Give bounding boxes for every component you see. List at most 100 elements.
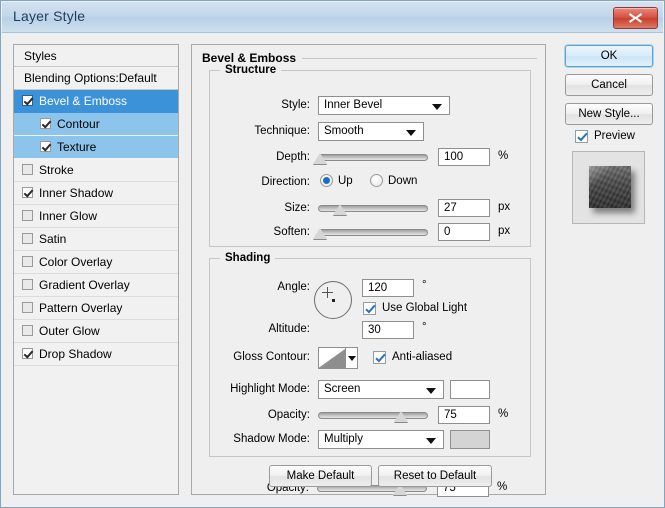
effect-row[interactable]: Texture [14,136,178,159]
ok-button[interactable]: OK [565,45,653,67]
cancel-button[interactable]: Cancel [565,74,653,96]
effect-row[interactable]: Gradient Overlay [14,274,178,297]
shadow-mode-label: Shadow Mode: [233,433,310,445]
use-global-light-checkbox[interactable] [363,302,376,315]
effect-label: Pattern Overlay [39,301,123,315]
effect-label: Color Overlay [39,255,113,269]
highlight-opacity-input[interactable]: 75 [438,406,490,424]
size-input[interactable]: 27 [438,199,490,217]
angle-input[interactable]: 120 [362,279,414,297]
panel-title-rule [302,58,537,59]
effects-list: Bevel & Emboss Contour Texture Stroke Inner … [14,90,178,366]
style-select[interactable]: Inner Bevel [318,96,450,115]
technique-label: Technique: [254,125,310,137]
effect-row[interactable]: Color Overlay [14,251,178,274]
use-global-light-label[interactable]: Use Global Light [382,302,467,314]
angle-center-dot [332,299,335,302]
effect-label: Stroke [39,163,74,177]
effect-label: Drop Shadow [39,347,112,361]
effect-label: Contour [57,117,100,131]
depth-unit: % [498,150,509,162]
soften-input[interactable]: 0 [438,223,490,241]
effect-checkbox[interactable] [40,141,51,152]
size-slider[interactable] [318,200,428,216]
direction-down-radio[interactable] [370,174,383,187]
depth-input[interactable]: 100 [438,148,490,166]
effect-checkbox[interactable] [22,256,33,267]
effect-checkbox[interactable] [22,348,33,359]
effect-label: Inner Glow [39,209,98,223]
depth-label: Depth: [276,151,310,163]
effect-checkbox[interactable] [22,187,33,198]
soften-slider[interactable] [313,224,428,240]
effect-checkbox[interactable] [22,279,33,290]
size-label: Size: [284,202,310,214]
direction-down-label[interactable]: Down [388,175,417,187]
effect-row[interactable]: Inner Glow [14,205,178,228]
anti-aliased-label[interactable]: Anti-aliased [392,351,452,363]
effect-row[interactable]: Contour [14,113,178,136]
highlight-mode-select[interactable]: Screen [318,380,444,399]
depth-value: 100 [444,151,464,163]
depth-slider[interactable] [313,149,428,165]
shading-group: Shading Angle: 120 ° Use Global Light Al… [209,252,531,457]
effect-row[interactable]: Stroke [14,159,178,182]
structure-legend: Structure [220,64,282,76]
bevel-emboss-panel: Bevel & Emboss Structure Style: Inner Be… [191,44,546,497]
blending-options-item[interactable]: Blending Options:Default [14,67,178,90]
preview-thumbnail [589,166,631,208]
effect-label: Bevel & Emboss [39,94,128,108]
highlight-mode-value: Screen [324,383,361,395]
effect-checkbox[interactable] [40,118,51,129]
size-unit: px [498,201,511,213]
effect-label: Satin [39,232,67,246]
close-button[interactable] [613,7,658,29]
technique-select-value: Smooth [324,125,364,137]
angle-unit: ° [422,279,427,291]
title-bar: Layer Style [2,2,663,33]
preview-label[interactable]: Preview [594,130,635,142]
effect-checkbox[interactable] [22,164,33,175]
angle-dial[interactable] [314,281,352,319]
altitude-input[interactable]: 30 [362,321,414,339]
angle-label: Angle: [277,281,310,293]
new-style-button[interactable]: New Style... [565,103,653,125]
technique-select[interactable]: Smooth [318,122,424,141]
effect-row[interactable]: Drop Shadow [14,343,178,366]
altitude-unit: ° [422,321,427,333]
effect-row[interactable]: Bevel & Emboss [14,90,178,113]
structure-group: Structure Style: Inner Bevel Technique: … [209,64,531,247]
shadow-color-swatch[interactable] [450,430,490,449]
direction-up-label[interactable]: Up [338,175,353,187]
shadow-mode-select[interactable]: Multiply [318,430,444,449]
effect-checkbox[interactable] [22,325,33,336]
effect-row[interactable]: Pattern Overlay [14,297,178,320]
highlight-color-swatch[interactable] [450,380,490,399]
reset-to-default-button[interactable]: Reset to Default [378,465,492,487]
direction-up-radio[interactable] [320,174,333,187]
angle-marker-icon [322,287,333,298]
effect-checkbox[interactable] [22,233,33,244]
highlight-opacity-slider[interactable] [318,407,428,423]
gloss-contour-preview [319,348,347,368]
highlight-mode-label: Highlight Mode: [230,383,310,395]
effect-row[interactable]: Outer Glow [14,320,178,343]
chevron-down-icon[interactable] [345,348,357,368]
style-select-value: Inner Bevel [324,99,383,111]
preview-checkbox[interactable] [575,130,588,143]
effect-row[interactable]: Inner Shadow [14,182,178,205]
effect-label: Inner Shadow [39,186,114,200]
gloss-contour-picker[interactable] [318,347,358,369]
effect-checkbox[interactable] [22,302,33,313]
effect-label: Texture [57,140,97,154]
highlight-opacity-thumb[interactable] [393,411,408,422]
depth-slider-thumb[interactable] [313,153,328,164]
effect-checkbox[interactable] [22,210,33,221]
window-title: Layer Style [13,8,86,24]
soften-slider-thumb[interactable] [313,228,328,239]
effect-checkbox[interactable] [22,95,33,106]
size-slider-thumb[interactable] [333,204,347,215]
make-default-button[interactable]: Make Default [269,465,372,487]
anti-aliased-checkbox[interactable] [373,351,386,364]
effect-row[interactable]: Satin [14,228,178,251]
